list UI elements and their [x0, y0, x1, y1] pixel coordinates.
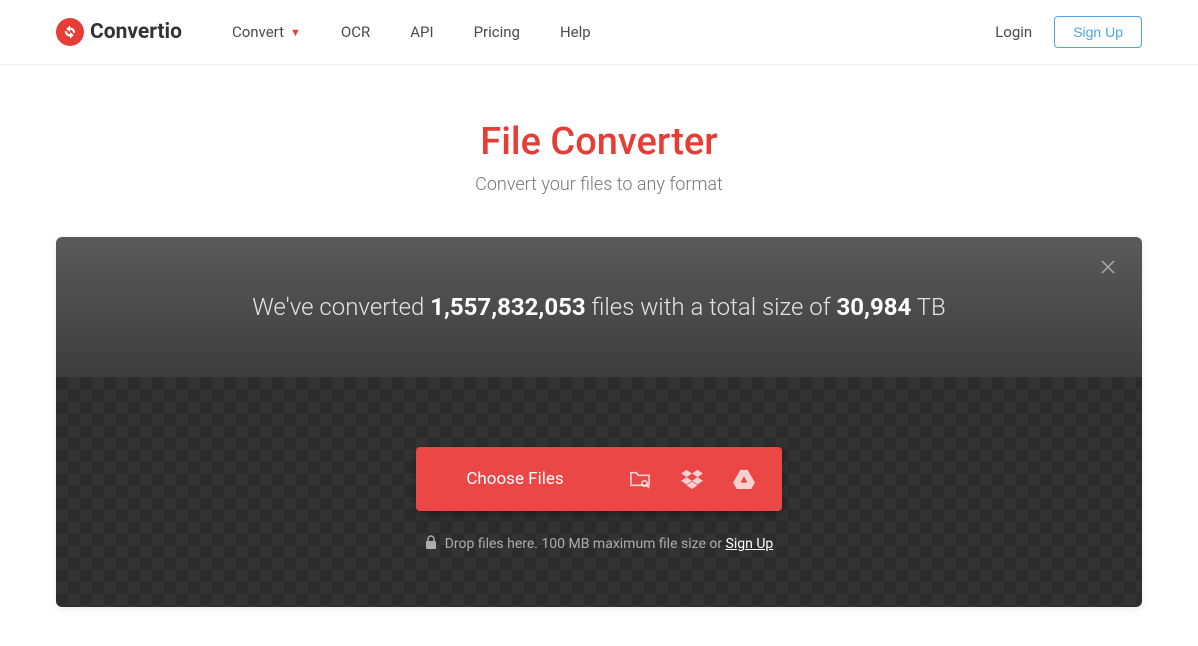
nav-ocr[interactable]: OCR — [341, 23, 370, 41]
choose-files-wrap: Choose Files — [416, 447, 781, 511]
stats-prefix: We've converted — [252, 293, 430, 321]
source-icons — [614, 447, 782, 511]
stats-suffix: TB — [911, 293, 945, 321]
logo-text: Convertio — [90, 20, 182, 44]
drop-hint: Drop files here. 100 MB maximum file siz… — [56, 535, 1142, 553]
nav-api[interactable]: API — [410, 23, 433, 41]
page-subtitle: Convert your files to any format — [0, 174, 1198, 195]
logo[interactable]: Convertio — [56, 18, 182, 46]
logo-icon — [56, 18, 84, 46]
nav-pricing[interactable]: Pricing — [474, 23, 520, 41]
chevron-down-icon: ▼ — [290, 26, 301, 39]
stats-size: 30,984 — [837, 293, 912, 321]
page-title: File Converter — [0, 120, 1198, 164]
folder-search-icon[interactable] — [614, 447, 666, 511]
main-nav: Convert ▼ OCR API Pricing Help — [232, 23, 995, 41]
login-link[interactable]: Login — [995, 23, 1032, 41]
drop-hint-text: Drop files here. 100 MB maximum file siz… — [445, 536, 726, 552]
lock-icon — [425, 535, 437, 553]
signup-inline-link[interactable]: Sign Up — [726, 536, 774, 552]
nav-convert-label: Convert — [232, 23, 284, 41]
converter-box: We've converted 1,557,832,053 files with… — [56, 237, 1142, 607]
header: Convertio Convert ▼ OCR API Pricing Help… — [0, 0, 1198, 65]
auth-actions: Login Sign Up — [995, 16, 1142, 48]
stats-banner: We've converted 1,557,832,053 files with… — [56, 237, 1142, 377]
stats-middle: files with a total size of — [586, 293, 837, 321]
nav-convert[interactable]: Convert ▼ — [232, 23, 301, 41]
choose-files-button[interactable]: Choose Files — [416, 447, 613, 511]
google-drive-icon[interactable] — [718, 447, 770, 511]
close-icon[interactable] — [1100, 259, 1116, 280]
dropzone[interactable]: Choose Files — [56, 377, 1142, 607]
signup-button[interactable]: Sign Up — [1054, 16, 1142, 48]
dropbox-icon[interactable] — [666, 447, 718, 511]
stats-count: 1,557,832,053 — [430, 293, 585, 321]
nav-help[interactable]: Help — [560, 23, 591, 41]
